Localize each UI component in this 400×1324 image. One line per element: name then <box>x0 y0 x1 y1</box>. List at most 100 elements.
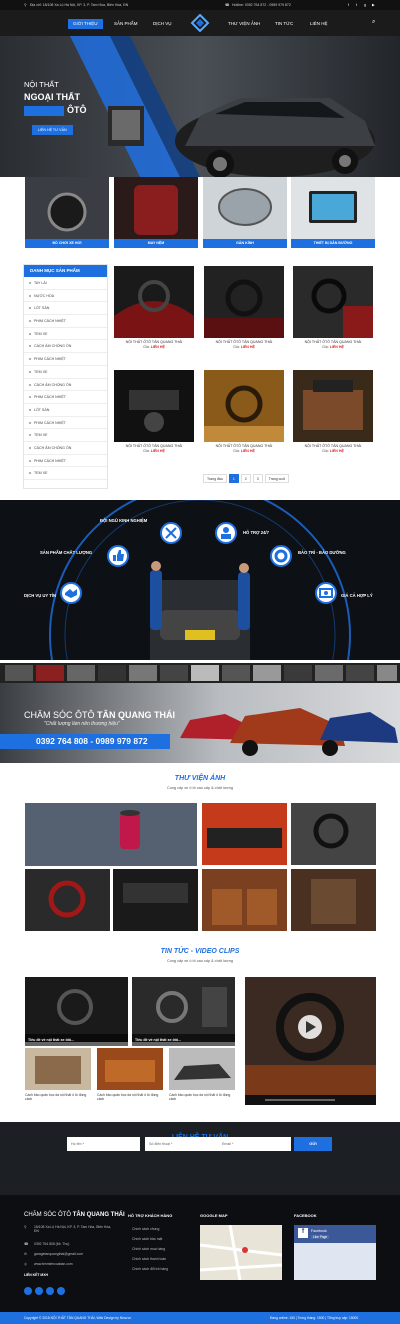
nav-item-services[interactable]: DỊCH VỤ <box>153 19 172 29</box>
facebook-widget[interactable]: f Facebook Like Page <box>294 1225 376 1280</box>
search-icon[interactable]: ⌕ <box>372 19 375 26</box>
footer-website[interactable]: www.tenmiencuaban.com <box>34 1262 73 1266</box>
nav-item-gallery[interactable]: THƯ VIỆN ẢNH <box>228 19 260 29</box>
news-caption[interactable]: Tiêu đề về nội thất xe ôtô... <box>132 1034 235 1046</box>
product-name[interactable]: NỘI THẤT ÔTÔ TÂN QUANG THÁI <box>293 340 373 344</box>
footer-link[interactable]: Chính sách mua hàng <box>132 1247 165 1251</box>
twitter-icon[interactable] <box>35 1287 43 1295</box>
product-card[interactable]: NỘI THẤT ÔTÔ TÂN QUANG THÁI Giá: LIÊN HỆ <box>204 370 284 463</box>
gallery-image[interactable] <box>291 869 376 931</box>
product-name[interactable]: NỘI THẤT ÔTÔ TÂN QUANG THÁI <box>204 340 284 344</box>
google-plus-icon[interactable] <box>46 1287 54 1295</box>
google-map[interactable] <box>199 1224 283 1281</box>
nav-item-about[interactable]: GIỚI THIỆU <box>68 19 103 29</box>
google-plus-icon[interactable]: g <box>364 3 366 7</box>
twitter-icon[interactable]: t <box>356 3 357 7</box>
gallery-image[interactable] <box>25 803 197 866</box>
nav-item-news[interactable]: TIN TỨC <box>275 19 293 29</box>
youtube-icon[interactable]: ▶ <box>372 3 375 7</box>
product-name[interactable]: NỘI THẤT ÔTÔ TÂN QUANG THÁI <box>114 444 194 448</box>
news-thumb[interactable] <box>169 1048 235 1090</box>
price-value: LIÊN HỆ <box>150 345 165 349</box>
product-image[interactable] <box>204 266 284 338</box>
sidebar-item[interactable]: CÁCH ÂM CHỐNG ỒN <box>24 340 107 354</box>
facebook-icon[interactable] <box>24 1287 32 1295</box>
product-image[interactable] <box>114 370 194 442</box>
product-card[interactable]: NỘI THẤT ÔTÔ TÂN QUANG THÁI Giá: LIÊN HỆ <box>114 370 194 463</box>
news-thumb[interactable] <box>25 1048 91 1090</box>
sidebar-item[interactable]: LÓT SÀN <box>24 302 107 316</box>
news-image[interactable] <box>25 977 128 1042</box>
name-field[interactable]: Họ tên * <box>67 1137 140 1151</box>
gallery-image[interactable] <box>25 869 110 931</box>
news-small-title[interactable]: Cách bảo quản bọc da nội thất ô tô đúng … <box>169 1093 235 1101</box>
sidebar-item[interactable]: LÓT SÀN <box>24 404 107 417</box>
video-player[interactable] <box>245 977 376 1105</box>
product-card[interactable]: NỘI THẤT ÔTÔ TÂN QUANG THÁI Giá: LIÊN HỆ <box>293 266 373 359</box>
footer-email[interactable]: garagetanquangthai@gmail.com <box>34 1252 83 1256</box>
pager-page[interactable]: 2 <box>240 474 251 483</box>
news-image[interactable] <box>132 977 235 1042</box>
sidebar-item[interactable]: TAY LÁI <box>24 277 107 290</box>
product-image[interactable] <box>114 266 194 338</box>
product-card[interactable]: NỘI THẤT ÔTÔ TÂN QUANG THÁI Giá: LIÊN HỆ <box>293 370 373 463</box>
footer-link[interactable]: Chính sách thanh toán <box>132 1257 166 1261</box>
footer-location-icon: ⚲ <box>24 1225 27 1229</box>
news-small-title[interactable]: Cách bảo quản bọc da nội thất ô tô đúng … <box>25 1093 91 1101</box>
product-image[interactable] <box>293 266 373 338</box>
product-name[interactable]: NỘI THẤT ÔTÔ TÂN QUANG THÁI <box>114 340 194 344</box>
thumbnail-strip-images <box>5 665 397 681</box>
footer-link[interactable]: Chính sách bảo mật <box>132 1237 162 1241</box>
facebook-icon[interactable]: f <box>348 3 349 7</box>
footer-link[interactable]: Chính sách chung <box>132 1227 159 1231</box>
sidebar-item[interactable]: TEM XE <box>24 429 107 442</box>
gallery-image[interactable] <box>202 869 287 931</box>
sidebar-item[interactable]: TEM XE <box>24 366 107 379</box>
product-name[interactable]: NỘI THẤT ÔTÔ TÂN QUANG THÁI <box>293 444 373 448</box>
hero-contact-button[interactable]: LIÊN HỆ TƯ VẤN <box>32 125 73 135</box>
facebook-like-button[interactable]: Like Page <box>311 1235 330 1239</box>
sidebar-item[interactable]: CÁCH ÂM CHỐNG ỒN <box>24 379 107 392</box>
submit-button[interactable]: GỬI <box>294 1137 332 1151</box>
logo[interactable] <box>190 13 210 33</box>
promo-phones[interactable]: 0392 764 808 - 0989 979 872 <box>0 734 170 749</box>
footer-link[interactable]: Chính sách đổi trả hàng <box>132 1267 168 1271</box>
product-image[interactable] <box>293 370 373 442</box>
gallery-image[interactable] <box>202 803 287 865</box>
sidebar-item[interactable]: PHIM CÁCH NHIỆT <box>24 315 107 328</box>
category-card[interactable]: GẦN KÍNH <box>203 177 287 248</box>
category-card[interactable]: THIẾT BỊ DẪN ĐƯỜNG <box>291 177 375 248</box>
product-card[interactable]: NỘI THẤT ÔTÔ TÂN QUANG THÁI Giá: LIÊN HỆ <box>114 266 194 359</box>
email-field[interactable]: Email * <box>218 1137 291 1151</box>
youtube-icon[interactable] <box>57 1287 65 1295</box>
pager-page[interactable]: 3 <box>252 474 263 483</box>
sidebar-item[interactable]: PHIM CÁCH NHIỆT <box>24 391 107 404</box>
category-card[interactable]: ĐỒ CHƠI XE HƠI <box>25 177 109 248</box>
nav-item-contact[interactable]: LIÊN HỆ <box>310 19 328 29</box>
news-thumb[interactable] <box>97 1048 163 1090</box>
sidebar-item[interactable]: PHIM CÁCH NHIỆT <box>24 353 107 366</box>
sidebar-item[interactable]: TEM XE <box>24 328 107 341</box>
nav-item-products[interactable]: SẢN PHẨM <box>114 19 138 29</box>
sidebar-item[interactable]: PHIM CÁCH NHIỆT <box>24 455 107 468</box>
pager-page[interactable]: 1 <box>228 474 239 483</box>
sidebar-item[interactable]: TEM XE <box>24 467 107 480</box>
gallery-image[interactable] <box>291 803 376 865</box>
price-label: Giá: <box>233 449 240 453</box>
category-card[interactable]: MAY NỆM <box>114 177 198 248</box>
product-card[interactable]: NỘI THẤT ÔTÔ TÂN QUANG THÁI Giá: LIÊN HỆ <box>204 266 284 359</box>
pager-last[interactable]: Trang cuối <box>264 474 290 483</box>
promo-cars <box>180 708 398 756</box>
price-value: LIÊN HỆ <box>240 345 255 349</box>
product-name[interactable]: NỘI THẤT ÔTÔ TÂN QUANG THÁI <box>204 444 284 448</box>
category-label: GẦN KÍNH <box>203 239 287 248</box>
news-caption[interactable]: Tiêu đề về nội thất xe ôtô... <box>25 1034 128 1046</box>
pager-first[interactable]: Trang đầu <box>203 474 227 483</box>
sidebar-item[interactable]: NƯỚC HOA <box>24 290 107 303</box>
product-image[interactable] <box>204 370 284 442</box>
sidebar-item[interactable]: CÁCH ÂM CHỐNG ỒN <box>24 442 107 455</box>
news-small-title[interactable]: Cách bảo quản bọc da nội thất ô tô đúng … <box>97 1093 163 1101</box>
gallery-image[interactable] <box>113 869 198 931</box>
phone-field[interactable]: Số điện thoại * <box>145 1137 218 1151</box>
sidebar-item[interactable]: PHIM CÁCH NHIỆT <box>24 417 107 430</box>
